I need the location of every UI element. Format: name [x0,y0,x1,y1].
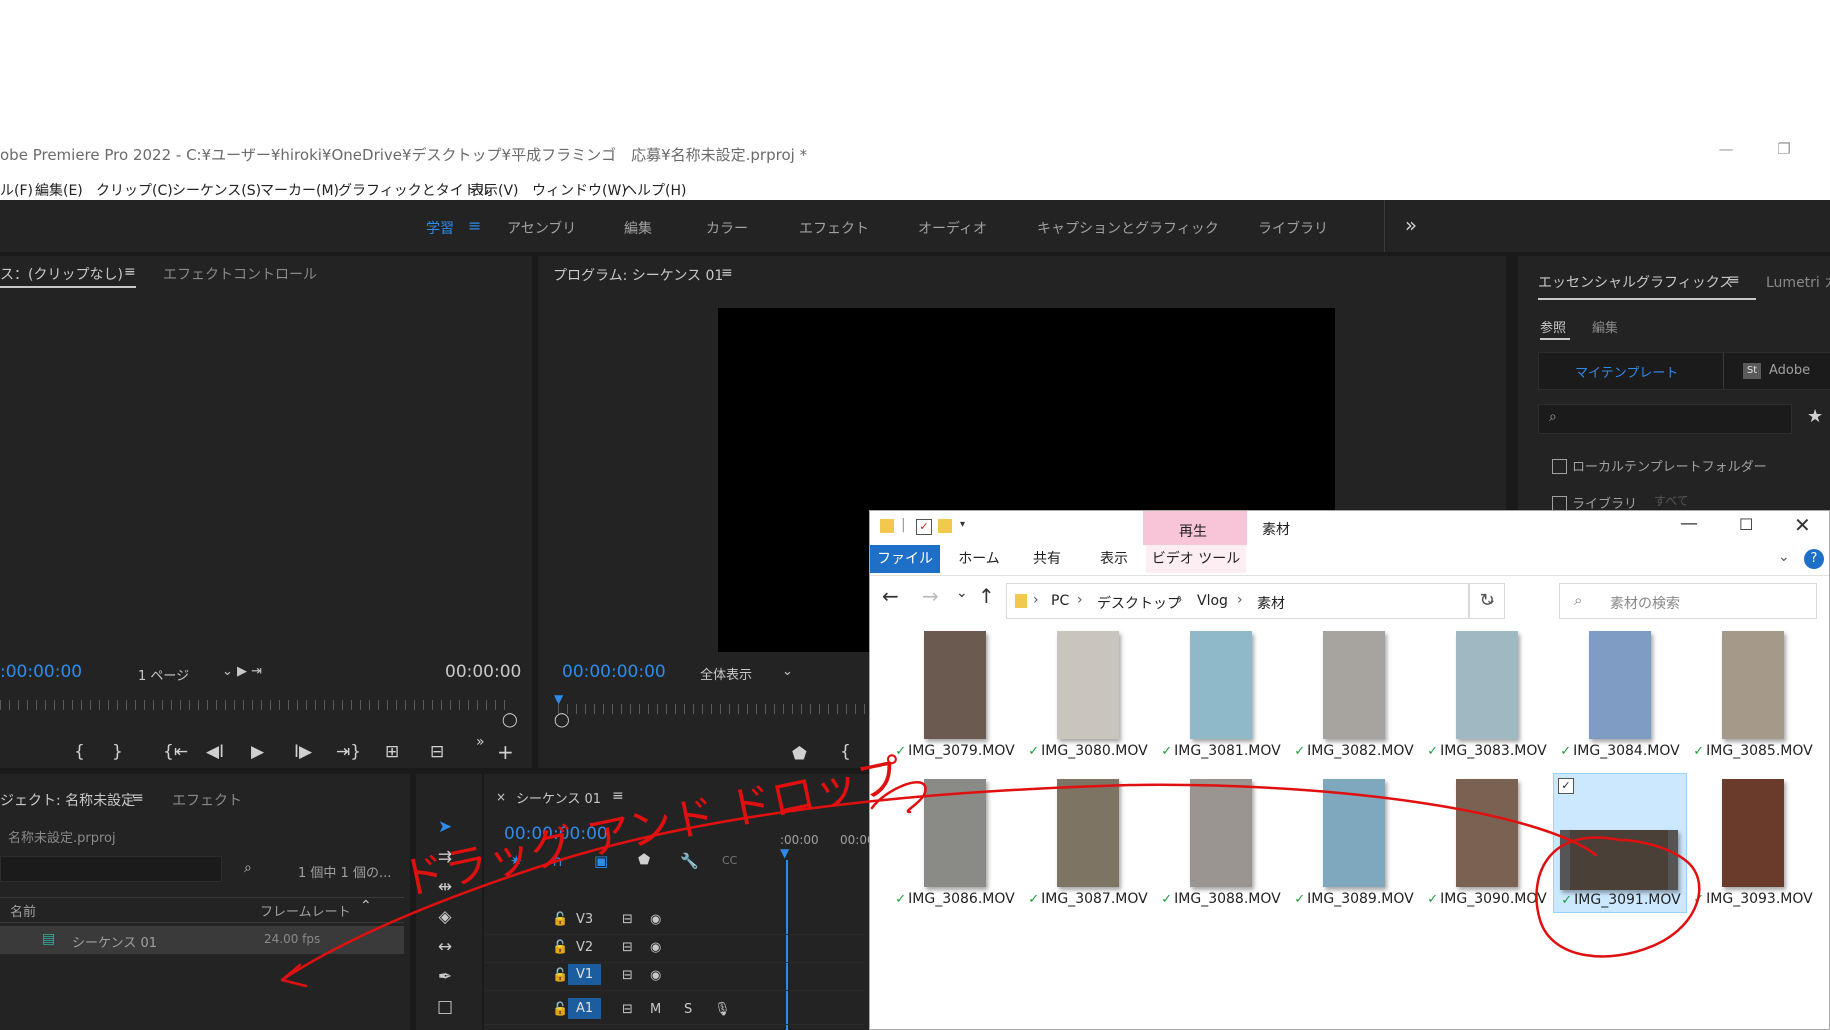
annotation-text: ドラッグ アンド ドロップ [397,750,907,906]
selection-circle-stroke [1535,836,1701,958]
annotation-overlay: ドラッグ アンド ドロップ [280,750,1701,988]
